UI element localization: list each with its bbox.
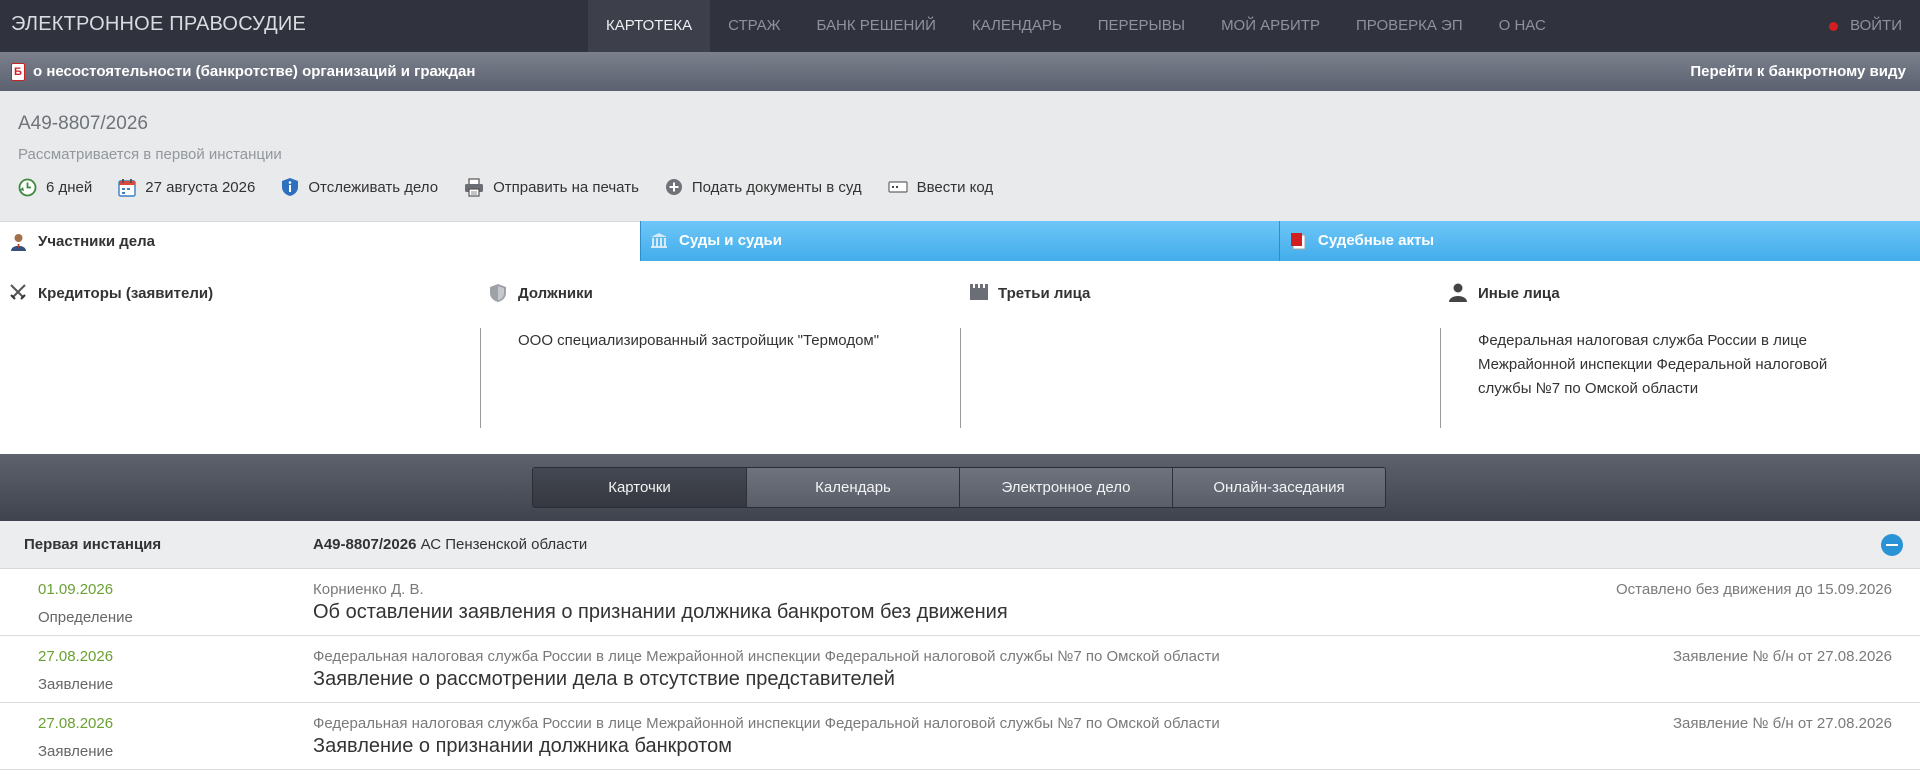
case-toolbar: 6 дней 27 августа 2026 Отслеживать дело xyxy=(18,177,1019,197)
days-label: 6 дней xyxy=(46,178,93,196)
courthouse-icon xyxy=(651,233,667,248)
crossed-swords-icon xyxy=(10,284,26,300)
debtors-title: Должники xyxy=(518,285,593,302)
bankruptcy-bar: Б о несостоятельности (банкротстве) орга… xyxy=(0,52,1920,91)
nav-item-strazh[interactable]: СТРАЖ xyxy=(710,0,798,52)
creditors-column: Кредиторы (заявители) xyxy=(0,261,480,454)
track-case-button[interactable]: Отслеживать дело xyxy=(281,177,438,197)
person-icon xyxy=(11,234,26,251)
tab-participants[interactable]: Участники дела xyxy=(0,221,640,261)
bankruptcy-view-link[interactable]: Перейти к банкротному виду xyxy=(1690,63,1906,80)
other-persons-title: Иные лица xyxy=(1478,285,1560,302)
column-divider xyxy=(960,328,961,428)
hearing-date-label: 27 августа 2026 xyxy=(145,178,256,196)
clock-icon xyxy=(18,178,37,196)
tab-participants-label: Участники дела xyxy=(38,233,155,250)
printer-icon xyxy=(465,177,484,197)
nav-item-check-signature[interactable]: ПРОВЕРКА ЭП xyxy=(1338,0,1481,52)
case-number: А49-8807/2026 xyxy=(18,113,148,134)
instance-case: А49-8807/2026 АС Пензенской области xyxy=(313,536,587,553)
document-title-link[interactable]: Заявление о рассмотрении дела в отсутств… xyxy=(313,668,895,691)
bankruptcy-icon: Б xyxy=(11,63,25,81)
participants-panel: Кредиторы (заявители) Должники ООО специ… xyxy=(0,261,1920,454)
main-nav: КАРТОТЕКА СТРАЖ БАНК РЕШЕНИЙ КАЛЕНДАРЬ П… xyxy=(588,0,1564,52)
nav-item-kartoteka[interactable]: КАРТОТЕКА xyxy=(588,0,711,52)
shield-info-icon xyxy=(282,178,299,196)
document-author: Федеральная налоговая служба России в ли… xyxy=(313,648,1220,665)
person-silhouette-icon xyxy=(1449,283,1467,302)
nav-item-my-arbitr[interactable]: МОЙ АРБИТР xyxy=(1203,0,1338,52)
plus-circle-icon xyxy=(665,179,682,195)
tab-courts-label: Суды и судьи xyxy=(679,232,782,249)
document-type: Заявление xyxy=(38,743,114,760)
column-divider xyxy=(480,328,481,428)
building-icon xyxy=(970,284,988,300)
document-note: Заявление № б/н от 27.08.2026 xyxy=(1672,715,1892,732)
other-persons-list[interactable]: Федеральная налоговая служба России в ли… xyxy=(1478,329,1883,401)
document-date: 01.09.2026 xyxy=(38,581,114,598)
case-header: А49-8807/2026 Рассматривается в первой и… xyxy=(0,91,1920,221)
document-type: Определение xyxy=(38,609,133,626)
nav-item-bank-resheniy[interactable]: БАНК РЕШЕНИЙ xyxy=(799,0,954,52)
submit-documents-button[interactable]: Подать документы в суд xyxy=(665,178,862,196)
table-row: 27.08.2026 Заявление Федеральная налогов… xyxy=(0,703,1920,770)
shield-icon xyxy=(490,284,506,302)
tab-court-acts-label: Судебные акты xyxy=(1318,232,1435,249)
document-author: Федеральная налоговая служба России в ли… xyxy=(313,715,1220,732)
login-link[interactable]: ВОЙТИ xyxy=(1829,0,1902,52)
enter-code-button[interactable]: Ввести код xyxy=(888,178,994,196)
document-title-link[interactable]: Заявление о признании должника банкротом xyxy=(313,735,732,758)
login-status-dot-icon xyxy=(1829,21,1839,31)
document-date: 27.08.2026 xyxy=(38,648,114,665)
subtab-online-hearings[interactable]: Онлайн-заседания xyxy=(1172,468,1385,507)
debtors-column: Должники ООО специализированный застройщ… xyxy=(480,261,960,454)
calendar-icon xyxy=(118,178,136,197)
table-row: 27.08.2026 Заявление Федеральная налогов… xyxy=(0,636,1920,703)
third-parties-column: Третьи лица xyxy=(960,261,1440,454)
document-type: Заявление xyxy=(38,676,114,693)
table-row: 01.09.2026 Определение Корниенко Д. В. О… xyxy=(0,569,1920,636)
document-note: Оставлено без движения до 15.09.2026 xyxy=(1616,581,1892,598)
case-status: Рассматривается в первой инстанции xyxy=(18,146,282,163)
instance-case-number[interactable]: А49-8807/2026 xyxy=(313,536,416,553)
hearing-date[interactable]: 27 августа 2026 xyxy=(118,178,255,197)
third-parties-title: Третьи лица xyxy=(998,285,1091,302)
code-input-icon xyxy=(888,181,908,193)
days-counter: 6 дней xyxy=(18,178,92,197)
other-persons-column: Иные лица Федеральная налоговая служба Р… xyxy=(1440,261,1920,454)
view-switcher: Карточки Календарь Электронное дело Онла… xyxy=(532,467,1386,508)
subtab-electronic-case[interactable]: Электронное дело xyxy=(959,468,1172,507)
bankruptcy-title: о несостоятельности (банкротстве) органи… xyxy=(33,63,476,80)
enter-code-label: Ввести код xyxy=(916,178,994,196)
collapse-minus-icon[interactable] xyxy=(1881,534,1903,556)
nav-item-about[interactable]: О НАС xyxy=(1481,0,1564,52)
column-divider xyxy=(1440,328,1441,428)
tab-courts-judges[interactable]: Суды и судьи xyxy=(640,221,1279,261)
nav-item-calendar[interactable]: КАЛЕНДАРЬ xyxy=(954,0,1080,52)
brand-logo[interactable]: ЭЛЕКТРОННОЕ ПРАВОСУДИЕ xyxy=(11,13,306,36)
document-title-link[interactable]: Об оставлении заявления о признании долж… xyxy=(313,601,1008,624)
document-icon xyxy=(1291,233,1306,250)
track-case-label: Отслеживать дело xyxy=(308,178,439,196)
document-author: Корниенко Д. В. xyxy=(313,581,424,598)
instance-header: Первая инстанция А49-8807/2026 АС Пензен… xyxy=(0,521,1920,569)
tab-court-acts[interactable]: Судебные акты xyxy=(1279,221,1920,261)
print-button[interactable]: Отправить на печать xyxy=(464,177,639,197)
instance-court: АС Пензенской области xyxy=(420,536,588,553)
case-tabs: Участники дела Суды и судьи Судебные акт… xyxy=(0,221,1920,261)
document-note: Заявление № б/н от 27.08.2026 xyxy=(1672,648,1892,665)
document-date: 27.08.2026 xyxy=(38,715,114,732)
view-switcher-bar: Карточки Календарь Электронное дело Онла… xyxy=(0,454,1920,521)
top-navigation-bar: ЭЛЕКТРОННОЕ ПРАВОСУДИЕ КАРТОТЕКА СТРАЖ Б… xyxy=(0,0,1920,52)
login-label: ВОЙТИ xyxy=(1850,17,1902,34)
subtab-calendar[interactable]: Календарь xyxy=(746,468,959,507)
nav-item-breaks[interactable]: ПЕРЕРЫВЫ xyxy=(1080,0,1203,52)
debtors-list[interactable]: ООО специализированный застройщик "Термо… xyxy=(518,329,923,353)
submit-documents-label: Подать документы в суд xyxy=(691,178,862,196)
print-label: Отправить на печать xyxy=(493,178,639,196)
subtab-cards[interactable]: Карточки xyxy=(533,468,746,507)
creditors-title: Кредиторы (заявители) xyxy=(38,285,214,302)
instance-label: Первая инстанция xyxy=(24,536,162,553)
